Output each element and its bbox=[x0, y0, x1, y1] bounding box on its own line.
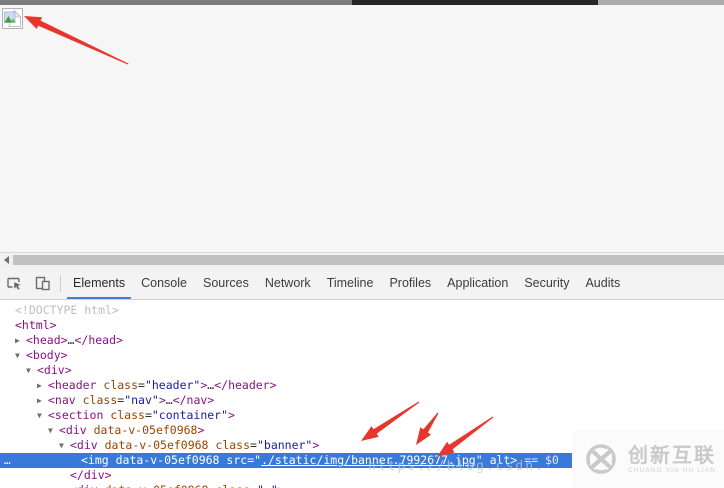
brand-watermark: 创新互联 CHUANG XIN HU LIAN bbox=[572, 430, 724, 488]
toolbar-separator bbox=[60, 274, 61, 292]
tab-network[interactable]: Network bbox=[257, 267, 319, 299]
tab-console[interactable]: Console bbox=[133, 267, 195, 299]
broken-image-icon bbox=[2, 8, 23, 29]
dom-row-div[interactable]: ▼ <div> bbox=[0, 363, 724, 378]
inspect-element-button[interactable] bbox=[0, 267, 28, 299]
faint-url-watermark: https://blog.csdn. bbox=[368, 459, 545, 474]
chevron-right-icon[interactable]: ▶ bbox=[15, 333, 20, 348]
screen: Elements Console Sources Network Timeline Pro… bbox=[0, 0, 724, 488]
tab-profiles[interactable]: Profiles bbox=[381, 267, 439, 299]
tab-security[interactable]: Security bbox=[516, 267, 577, 299]
device-toolbar-icon bbox=[35, 276, 50, 290]
chevron-down-icon[interactable]: ▼ bbox=[26, 363, 31, 378]
dom-row-section[interactable]: ▼ <section class="container"> bbox=[0, 408, 724, 423]
dom-row-body[interactable]: ▼ <body> bbox=[0, 348, 724, 363]
selected-row-dots: … bbox=[4, 454, 12, 467]
dom-row-html[interactable]: <html> bbox=[0, 318, 724, 333]
tab-audits[interactable]: Audits bbox=[577, 267, 628, 299]
dom-row-nav[interactable]: ▶ <nav class="nav">…</nav> bbox=[0, 393, 724, 408]
horizontal-scrollbar[interactable] bbox=[0, 253, 724, 267]
device-toolbar-button[interactable] bbox=[28, 267, 56, 299]
chevron-right-icon[interactable]: ▶ bbox=[37, 393, 42, 408]
tab-sources[interactable]: Sources bbox=[195, 267, 257, 299]
dom-row-doctype[interactable]: <!DOCTYPE html> bbox=[0, 303, 724, 318]
page-viewport bbox=[0, 5, 724, 253]
scrollbar-left-button[interactable] bbox=[0, 253, 13, 267]
chevron-down-icon[interactable]: ▼ bbox=[37, 408, 42, 423]
devtools-tabs: Elements Console Sources Network Timeline Pro… bbox=[65, 267, 628, 299]
brand-name-cn: 创新互联 bbox=[628, 444, 716, 467]
inspect-icon bbox=[6, 277, 21, 290]
tab-application[interactable]: Application bbox=[439, 267, 516, 299]
chevron-down-icon[interactable]: ▼ bbox=[59, 438, 64, 453]
dom-row-head[interactable]: ▶ <head>…</head> bbox=[0, 333, 724, 348]
brand-logo-icon bbox=[586, 444, 616, 474]
tab-elements[interactable]: Elements bbox=[65, 267, 133, 299]
scroll-left-icon bbox=[4, 256, 9, 264]
chevron-right-icon[interactable]: ▶ bbox=[37, 378, 42, 393]
tab-timeline[interactable]: Timeline bbox=[319, 267, 382, 299]
brand-text: 创新互联 CHUANG XIN HU LIAN bbox=[628, 445, 716, 474]
chevron-down-icon[interactable]: ▼ bbox=[48, 423, 53, 438]
dom-row-header[interactable]: ▶ <header class="header">…</header> bbox=[0, 378, 724, 393]
brand-name-en: CHUANG XIN HU LIAN bbox=[628, 466, 717, 474]
chevron-right-icon[interactable]: ▶ bbox=[59, 483, 64, 488]
chevron-down-icon[interactable]: ▼ bbox=[15, 348, 20, 363]
devtools-toolbar: Elements Console Sources Network Timeline Pro… bbox=[0, 267, 724, 300]
scrollbar-thumb[interactable] bbox=[13, 255, 724, 265]
